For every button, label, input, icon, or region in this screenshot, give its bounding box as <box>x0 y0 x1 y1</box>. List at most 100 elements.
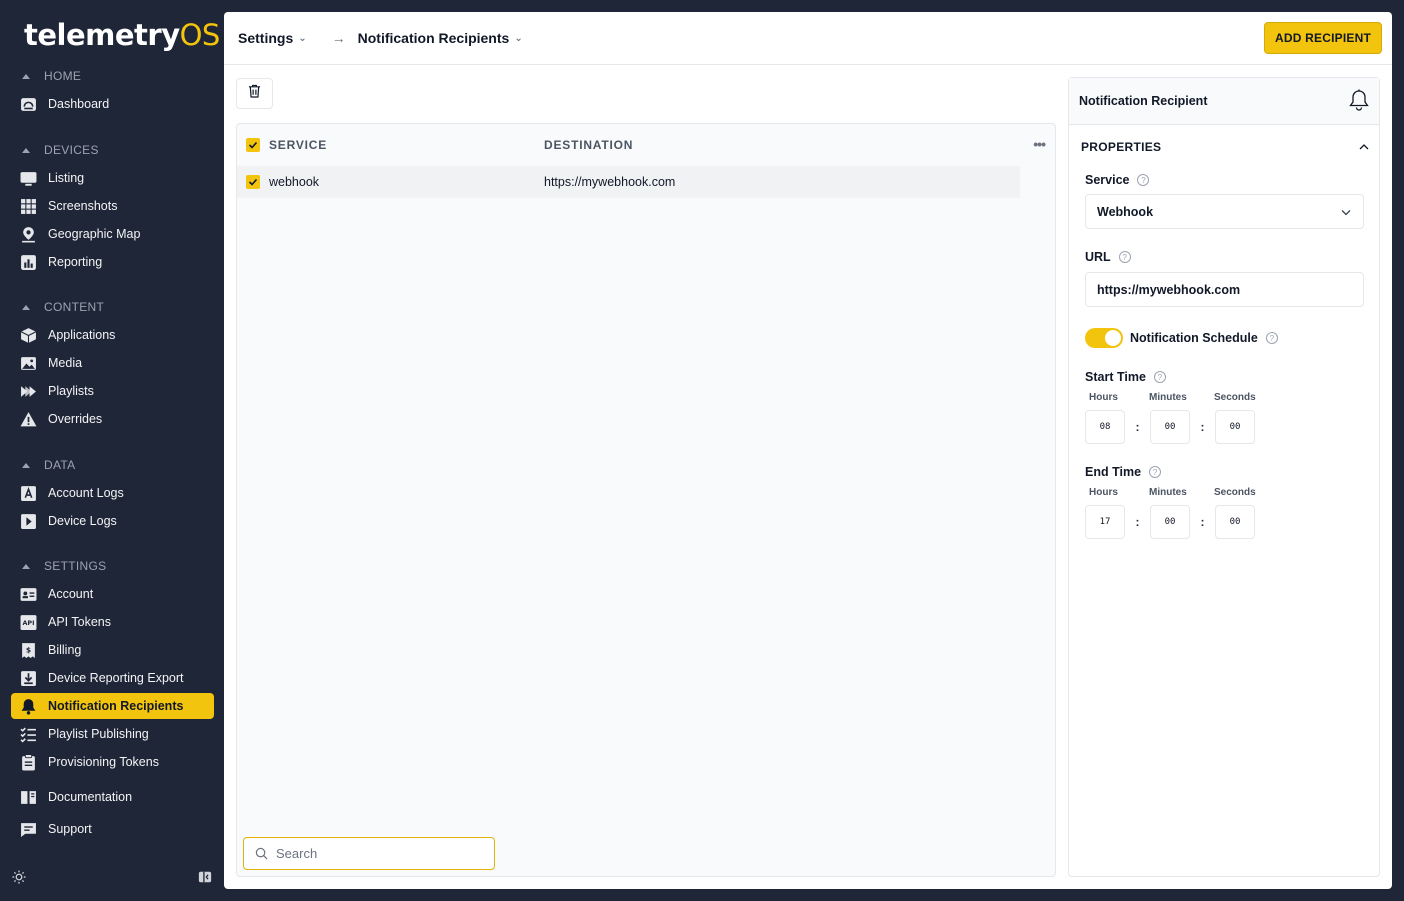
dashboard-icon <box>19 96 37 112</box>
brand-logo[interactable]: telemetryOS <box>24 18 220 52</box>
help-icon[interactable]: ? <box>1265 332 1278 344</box>
more-options-icon[interactable]: ••• <box>1033 136 1046 152</box>
url-input[interactable]: https://mywebhook.com <box>1085 272 1364 307</box>
sidebar-item-support[interactable]: Support <box>11 816 214 842</box>
end-minutes-input[interactable]: 00 <box>1150 505 1190 539</box>
sidebar-item-applications[interactable]: Applications <box>11 322 214 348</box>
sidebar-item-label: Listing <box>48 171 85 185</box>
sidebar-item-label: Reporting <box>48 255 103 269</box>
monitor-icon <box>19 170 37 186</box>
sidebar: telemetryOS HOME Dashboard DEVICES Listi… <box>0 0 224 901</box>
minutes-label: Minutes <box>1149 392 1187 403</box>
bell-outline-icon <box>1349 89 1369 114</box>
sidebar-item-notification-recipients[interactable]: Notification Recipients <box>11 693 214 719</box>
column-header-service[interactable]: SERVICE <box>269 138 327 152</box>
cube-icon <box>19 327 37 343</box>
sidebar-item-screenshots[interactable]: Screenshots <box>11 193 214 219</box>
sidebar-item-account[interactable]: Account <box>11 581 214 607</box>
help-icon[interactable]: ? <box>1118 251 1131 263</box>
hours-label: Hours <box>1089 487 1118 498</box>
sidebar-item-provisioning-tokens[interactable]: Provisioning Tokens <box>11 749 214 775</box>
sidebar-item-api-tokens[interactable]: API API Tokens <box>11 609 214 635</box>
section-data[interactable]: DATA <box>22 456 75 474</box>
section-title: DATA <box>44 458 76 472</box>
properties-header: Notification Recipient <box>1069 78 1379 125</box>
sidebar-item-label: Playlist Publishing <box>48 727 149 741</box>
sidebar-item-listing[interactable]: Listing <box>11 165 214 191</box>
search-box[interactable] <box>243 837 495 870</box>
section-title: DEVICES <box>44 143 99 157</box>
sidebar-item-label: Support <box>48 822 92 836</box>
breadcrumb-settings[interactable]: Settings ⌄ <box>238 30 307 46</box>
help-icon[interactable]: ? <box>1137 174 1150 186</box>
chevron-up-icon <box>1359 140 1369 154</box>
sidebar-item-dashboard[interactable]: Dashboard <box>11 91 214 117</box>
select-all-checkbox[interactable] <box>246 138 260 152</box>
seconds-label: Seconds <box>1214 392 1256 403</box>
properties-section-header[interactable]: PROPERTIES <box>1081 140 1369 154</box>
sidebar-item-label: Account Logs <box>48 486 124 500</box>
label-text: Start Time <box>1085 370 1146 384</box>
delete-button[interactable] <box>236 78 273 109</box>
sidebar-item-overrides[interactable]: Overrides <box>11 406 214 432</box>
theme-toggle-icon[interactable] <box>12 870 26 889</box>
sidebar-item-reporting[interactable]: Reporting <box>11 249 214 275</box>
help-icon[interactable]: ? <box>1149 466 1162 478</box>
label-text: URL <box>1085 250 1111 264</box>
section-title: HOME <box>44 69 82 83</box>
sidebar-item-label: Media <box>48 356 83 370</box>
section-title: PROPERTIES <box>1081 140 1162 154</box>
start-hours-input[interactable]: 08 <box>1085 410 1125 444</box>
end-seconds-input[interactable]: 00 <box>1215 505 1255 539</box>
url-label: URL? <box>1085 250 1131 264</box>
table-row[interactable]: webhook https://mywebhook.com <box>237 166 1020 198</box>
minutes-label: Minutes <box>1149 487 1187 498</box>
sidebar-item-label: Geographic Map <box>48 227 141 241</box>
start-seconds-input[interactable]: 00 <box>1215 410 1255 444</box>
section-home[interactable]: HOME <box>22 67 81 85</box>
sidebar-item-label: Provisioning Tokens <box>48 755 159 769</box>
sidebar-item-device-reporting-export[interactable]: Device Reporting Export <box>11 665 214 691</box>
chevron-down-icon <box>1341 205 1351 219</box>
search-input[interactable] <box>276 846 476 861</box>
row-checkbox[interactable] <box>246 175 260 189</box>
service-select-value: Webhook <box>1097 204 1154 219</box>
sidebar-item-device-logs[interactable]: Device Logs <box>11 508 214 534</box>
add-recipient-button[interactable]: ADD RECIPIENT <box>1264 22 1382 54</box>
section-settings[interactable]: SETTINGS <box>22 557 106 575</box>
section-devices[interactable]: DEVICES <box>22 141 99 159</box>
breadcrumb-label: Notification Recipients <box>357 30 510 46</box>
sidebar-item-geographic-map[interactable]: Geographic Map <box>11 221 214 247</box>
column-header-destination[interactable]: DESTINATION <box>544 138 633 152</box>
sidebar-item-documentation[interactable]: Documentation <box>11 784 214 810</box>
breadcrumb-notification-recipients[interactable]: Notification Recipients ⌄ <box>358 30 523 46</box>
main-panel: Settings ⌄ → Notification Recipients ⌄ ADD… <box>224 12 1392 889</box>
notification-schedule-toggle[interactable] <box>1085 328 1123 348</box>
sidebar-item-playlists[interactable]: Playlists <box>11 378 214 404</box>
sidebar-item-account-logs[interactable]: Account Logs <box>11 480 214 506</box>
sidebar-item-billing[interactable]: $ Billing <box>11 637 214 663</box>
section-content[interactable]: CONTENT <box>22 298 104 316</box>
time-separator: : <box>1200 420 1205 434</box>
chevron-down-icon: ⌄ <box>514 32 523 44</box>
sidebar-item-label: Notification Recipients <box>48 699 184 713</box>
service-select[interactable]: Webhook <box>1085 194 1364 229</box>
sidebar-item-playlist-publishing[interactable]: Playlist Publishing <box>11 721 214 747</box>
arrow-right-icon: → <box>331 30 346 46</box>
map-pin-icon <box>19 226 37 242</box>
collapse-sidebar-icon[interactable] <box>198 870 212 889</box>
end-time-label: End Time? <box>1085 465 1162 479</box>
topbar: Settings ⌄ → Notification Recipients ⌄ ADD… <box>224 12 1392 65</box>
book-icon <box>19 789 37 805</box>
sidebar-item-label: Documentation <box>48 790 133 804</box>
cell-service: webhook <box>269 175 320 189</box>
start-minutes-input[interactable]: 00 <box>1150 410 1190 444</box>
end-hours-input[interactable]: 17 <box>1085 505 1125 539</box>
sidebar-item-label: Account <box>48 587 94 601</box>
hours-label: Hours <box>1089 392 1118 403</box>
brand-name: telemetry <box>24 18 180 52</box>
sidebar-item-label: Billing <box>48 643 82 657</box>
help-icon[interactable]: ? <box>1153 371 1166 383</box>
time-separator: : <box>1135 420 1140 434</box>
sidebar-item-media[interactable]: Media <box>11 350 214 376</box>
